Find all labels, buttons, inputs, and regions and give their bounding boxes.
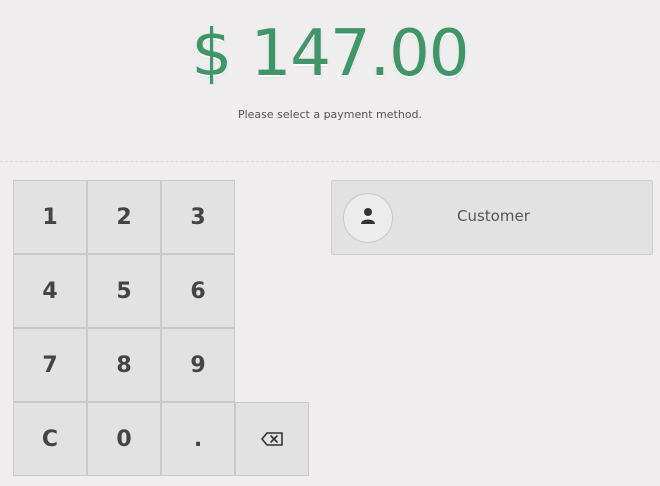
numpad-key-1[interactable]: 1 [13,180,87,254]
numpad-key-8[interactable]: 8 [87,328,161,402]
numpad-key-0[interactable]: 0 [87,402,161,476]
payment-hint: Please select a payment method. [237,108,423,121]
customer-label: Customer [457,207,530,225]
avatar [343,193,393,243]
numpad-key-decimal[interactable]: . [161,402,235,476]
numpad-key-9[interactable]: 9 [161,328,235,402]
numpad-key-4[interactable]: 4 [13,254,87,328]
numpad-key-backspace[interactable] [235,402,309,476]
payment-header: $ 147.00 Please select a payment method. [0,0,660,162]
numpad-key-5[interactable]: 5 [87,254,161,328]
numpad-key-2[interactable]: 2 [87,180,161,254]
payment-amount: $ 147.00 [191,17,470,91]
numpad-key-3[interactable]: 3 [161,180,235,254]
numpad-key-clear[interactable]: C [13,402,87,476]
numpad-key-6[interactable]: 6 [161,254,235,328]
backspace-icon [261,427,283,452]
customer-button[interactable]: Customer [331,180,653,255]
numpad-key-7[interactable]: 7 [13,328,87,402]
user-icon [360,207,376,229]
